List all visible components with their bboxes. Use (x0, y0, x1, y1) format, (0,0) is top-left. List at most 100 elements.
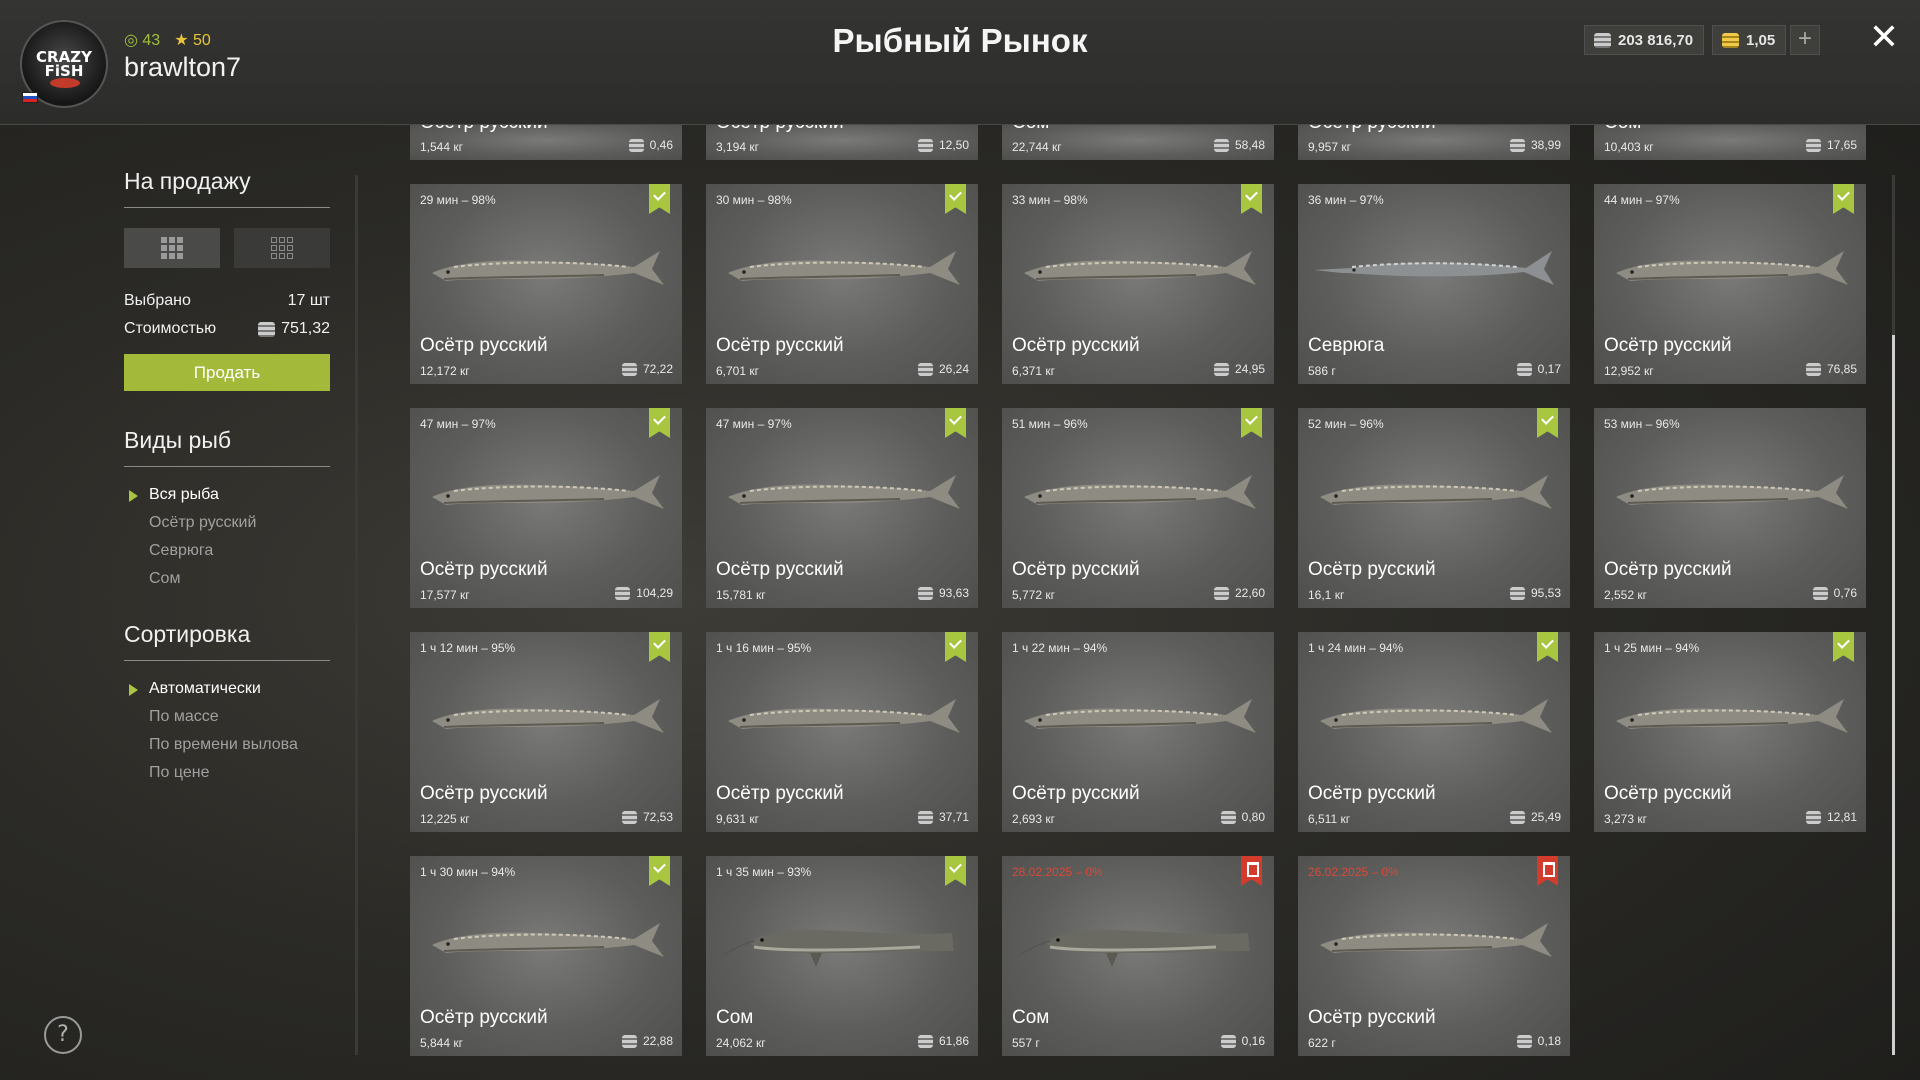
fish-card[interactable]: 51 мин – 96% Осётр русский 5,772 кг 22,60 (1002, 408, 1274, 608)
fish-price: 0,17 (1516, 362, 1561, 376)
sturgeon-icon (1320, 699, 1552, 733)
fish-weight: 15,781 кг (716, 588, 766, 602)
fish-card[interactable]: 47 мин – 97% Осётр русский 15,781 кг 93,63 (706, 408, 978, 608)
fish-weight: 12,225 кг (420, 812, 470, 826)
fish-card[interactable]: 1 ч 24 мин – 94% Осётр русский 6,511 кг 25,… (1298, 632, 1570, 832)
fish-name: Осётр русский (1604, 335, 1732, 356)
selected-bookmark-icon[interactable] (1833, 184, 1854, 214)
scrollbar[interactable] (1892, 175, 1895, 1055)
fish-card[interactable]: 33 мин – 98% Осётр русский 6,371 кг 24,95 (1002, 184, 1274, 384)
fish-card[interactable]: 53 мин – 96% Осётр русский 2,552 кг 0,76 (1594, 408, 1866, 608)
selected-bookmark-icon[interactable] (1241, 184, 1262, 214)
price-value: 61,86 (938, 1034, 969, 1048)
sell-button[interactable]: Продать (124, 354, 330, 391)
selected-bookmark-icon[interactable] (649, 632, 670, 662)
fish-card[interactable]: Осётр русский 9,957 кг 38,99 (1298, 124, 1570, 160)
fish-name: Осётр русский (420, 783, 548, 804)
sort-by-mass[interactable]: По массе (124, 703, 330, 731)
selected-bookmark-icon[interactable] (649, 856, 670, 886)
silver-coin-icon (621, 810, 637, 824)
fish-card[interactable]: 1 ч 30 мин – 94% Осётр русский 5,844 кг 22,… (410, 856, 682, 1056)
silver-coin-icon (628, 138, 644, 152)
fish-card[interactable]: 29 мин – 98% Осётр русский 12,172 кг 72,22 (410, 184, 682, 384)
selected-label: Выбрано (124, 292, 191, 309)
fish-card[interactable]: 1 ч 25 мин – 94% Осётр русский 3,273 кг 12,… (1594, 632, 1866, 832)
fish-weight: 557 г (1012, 1036, 1040, 1050)
fish-card[interactable]: Сом 22,744 кг 58,48 (1002, 124, 1274, 160)
scrollbar-thumb[interactable] (1892, 335, 1895, 1055)
fish-card[interactable]: 44 мин – 97% Осётр русский 12,952 кг 76,85 (1594, 184, 1866, 384)
catch-time: 47 мин – 97% (420, 417, 496, 431)
grid-large-view-button[interactable] (124, 228, 220, 268)
fish-price: 72,22 (621, 362, 673, 376)
sturgeon-icon (728, 251, 960, 285)
fish-card[interactable]: Осётр русский 1,544 кг 0,46 (410, 124, 682, 160)
fish-price: 25,49 (1509, 810, 1561, 824)
silver-coin-icon (1509, 138, 1525, 152)
silver-coin-icon (917, 586, 933, 600)
catch-time: 1 ч 12 мин – 95% (420, 641, 516, 655)
fish-card[interactable]: Сом 10,403 кг 17,65 (1594, 124, 1866, 160)
species-filter-all[interactable]: Вся рыба (124, 481, 330, 509)
fish-card[interactable]: 36 мин – 97% Севрюга 586 г 0,17 (1298, 184, 1570, 384)
selected-bookmark-icon[interactable] (1241, 408, 1262, 438)
species-filter-sturgeon[interactable]: Осётр русский (124, 509, 330, 537)
fish-card[interactable]: 52 мин – 96% Осётр русский 16,1 кг 95,53 (1298, 408, 1570, 608)
silver-coin-icon (1594, 32, 1611, 48)
selected-bookmark-icon[interactable] (649, 184, 670, 214)
selected-bookmark-icon[interactable] (1537, 408, 1558, 438)
selected-bookmark-icon[interactable] (945, 184, 966, 214)
sturgeon-icon (432, 923, 664, 957)
gold-value: 1,05 (1746, 31, 1776, 49)
help-icon[interactable]: ? (44, 1016, 82, 1054)
fish-card[interactable]: 26.02.2025 – 0% Осётр русский 622 г 0,18 (1298, 856, 1570, 1056)
species-filter-sevruga[interactable]: Севрюга (124, 537, 330, 565)
sort-auto[interactable]: Автоматически (124, 675, 330, 703)
price-value: 12,50 (938, 138, 969, 152)
fish-weight: 10,403 кг (1604, 140, 1654, 154)
fish-price: 17,65 (1805, 138, 1857, 152)
sort-by-catch-time[interactable]: По времени вылова (124, 731, 330, 759)
selected-bookmark-icon[interactable] (649, 408, 670, 438)
fish-card[interactable]: 30 мин – 98% Осётр русский 6,701 кг 26,24 (706, 184, 978, 384)
catch-time: 30 мин – 98% (716, 193, 792, 207)
selected-bookmark-icon[interactable] (945, 632, 966, 662)
sort-section-title: Сортировка (124, 621, 330, 661)
close-button[interactable]: ✕ (1864, 18, 1904, 58)
fish-card[interactable]: 1 ч 12 мин – 95% Осётр русский 12,225 кг 72… (410, 632, 682, 832)
fish-price: 0,80 (1220, 810, 1265, 824)
fish-name: Осётр русский (1308, 559, 1436, 580)
add-currency-button[interactable]: + (1790, 25, 1820, 55)
fish-name: Севрюга (1308, 335, 1385, 356)
selected-bookmark-icon[interactable] (945, 408, 966, 438)
sturgeon-icon (728, 475, 960, 509)
fish-price: 26,24 (917, 362, 969, 376)
fish-card[interactable]: Осётр русский 3,194 кг 12,50 (706, 124, 978, 160)
trash-bookmark-icon[interactable] (1537, 856, 1558, 886)
selected-bookmark-icon[interactable] (1833, 632, 1854, 662)
fish-weight: 9,631 кг (716, 812, 759, 826)
silver-coin-icon (1213, 586, 1229, 600)
fish-card[interactable]: 1 ч 35 мин – 93% Сом 24,062 кг 61,86 (706, 856, 978, 1056)
fish-card[interactable]: 28.02.2025 – 0% Сом 557 г 0,16 (1002, 856, 1274, 1056)
fish-weight: 6,511 кг (1308, 812, 1351, 826)
selected-bookmark-icon[interactable] (1537, 632, 1558, 662)
catfish-icon (723, 930, 954, 967)
fish-card[interactable]: 1 ч 16 мин – 95% Осётр русский 9,631 кг 37,… (706, 632, 978, 832)
price-value: 17,65 (1826, 138, 1857, 152)
price-value: 0,16 (1241, 1034, 1265, 1048)
view-toggle (124, 228, 330, 268)
fish-logo-icon (50, 78, 80, 88)
fish-price: 22,60 (1213, 586, 1265, 600)
sort-by-price[interactable]: По цене (124, 759, 330, 787)
sturgeon-icon (1616, 475, 1848, 509)
fish-card[interactable]: 1 ч 22 мин – 94% Осётр русский 2,693 кг 0,8… (1002, 632, 1274, 832)
fish-card[interactable]: 47 мин – 97% Осётр русский 17,577 кг 104,29 (410, 408, 682, 608)
fish-price: 12,50 (917, 138, 969, 152)
grid-small-view-button[interactable] (234, 228, 330, 268)
selected-bookmark-icon[interactable] (945, 856, 966, 886)
grid-outline-icon (271, 237, 293, 259)
species-filter-catfish[interactable]: Сом (124, 565, 330, 593)
trash-bookmark-icon[interactable] (1241, 856, 1262, 886)
fish-price: 72,53 (621, 810, 673, 824)
